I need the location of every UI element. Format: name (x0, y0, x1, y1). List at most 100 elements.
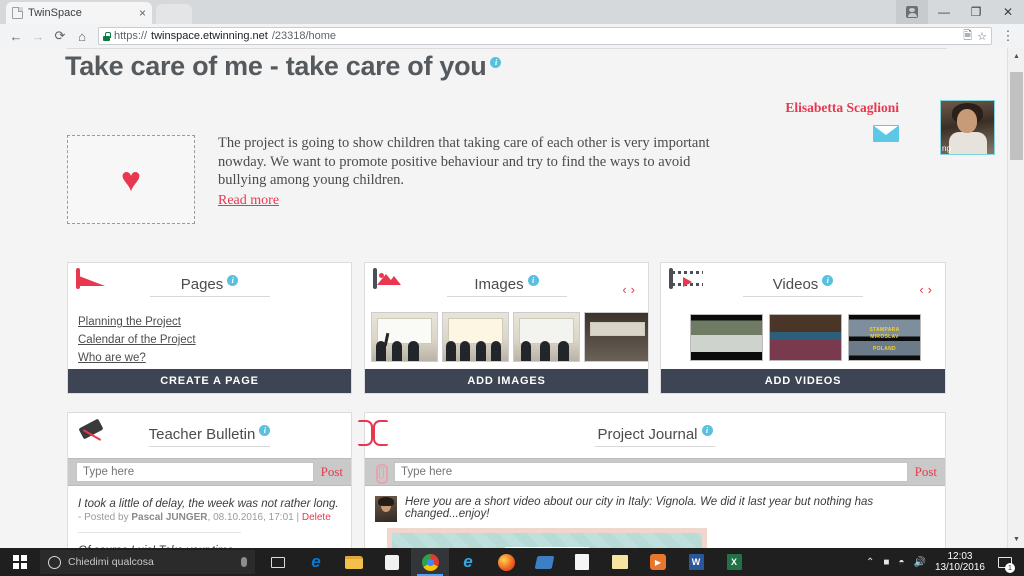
clock-date: 13/10/2016 (934, 562, 985, 573)
book-icon (358, 420, 411, 450)
image-thumbnail[interactable] (584, 312, 648, 362)
show-hidden-icons-icon[interactable]: ⌃ (866, 557, 874, 568)
delete-link[interactable]: Delete (302, 512, 331, 523)
scroll-up-arrow-icon[interactable]: ▲ (1008, 48, 1024, 65)
cortana-icon (48, 555, 61, 569)
info-icon[interactable]: i (701, 424, 713, 436)
add-images-button[interactable]: ADD IMAGES (365, 369, 648, 393)
widget-header: Teacher Bulletin i (68, 413, 351, 458)
page-link[interactable]: Planning the Project (78, 316, 341, 328)
file-explorer-icon[interactable] (335, 548, 373, 576)
info-icon[interactable]: i (490, 57, 502, 68)
info-icon[interactable]: i (822, 274, 834, 286)
image-thumbnail[interactable] (442, 312, 509, 362)
internet-explorer-icon[interactable]: e (449, 548, 487, 576)
info-icon[interactable]: i (227, 274, 239, 286)
paperclip-icon[interactable] (373, 463, 388, 484)
video-caption-line1: STAMPARA (869, 327, 900, 333)
home-icon[interactable]: ⌂ (72, 26, 92, 46)
read-more-link[interactable]: Read more (218, 193, 279, 209)
forward-arrow-icon[interactable]: → (28, 26, 48, 46)
new-tab-button[interactable] (156, 4, 192, 24)
action-center-icon[interactable]: 1 (994, 548, 1016, 576)
browser-menu-icon[interactable]: ⋮ (998, 26, 1018, 46)
scrollbar-thumb[interactable] (1010, 72, 1023, 160)
word-icon[interactable]: W (677, 548, 715, 576)
task-view-icon[interactable] (259, 548, 297, 576)
url-path: /23318/home (271, 30, 337, 42)
journal-input[interactable] (394, 462, 908, 482)
info-icon[interactable]: i (259, 424, 271, 436)
save-page-icon[interactable]: 🗎 (963, 27, 972, 46)
bookmark-star-icon[interactable]: ☆ (977, 30, 987, 43)
journal-video-thumbnail[interactable] (387, 528, 707, 548)
taskbar-apps: e e ▶ W X (259, 548, 753, 576)
media-player-icon[interactable]: ▶ (639, 548, 677, 576)
close-window-button[interactable]: ✕ (992, 0, 1024, 24)
add-videos-button[interactable]: ADD VIDEOS (661, 369, 945, 393)
profile-icon[interactable] (896, 0, 928, 24)
reload-icon[interactable]: ⟳ (50, 26, 70, 46)
onedrive-icon[interactable] (525, 548, 563, 576)
battery-icon[interactable]: ■ (883, 557, 889, 568)
address-bar[interactable]: https://twinspace.etwinning.net/23318/ho… (98, 27, 992, 45)
minimize-button[interactable]: — (928, 0, 960, 24)
notification-count: 1 (1005, 563, 1015, 573)
info-icon[interactable]: i (527, 274, 539, 286)
bulletin-input[interactable] (76, 462, 314, 482)
owner-name[interactable]: Elisabetta Scaglioni (785, 100, 899, 116)
network-icon[interactable]: ◓ (898, 557, 904, 568)
edge-icon[interactable]: e (297, 548, 335, 576)
search-placeholder: Chiedimi qualcosa (68, 556, 154, 568)
back-arrow-icon[interactable]: ← (6, 26, 26, 46)
scroll-down-arrow-icon[interactable]: ▼ (1008, 531, 1024, 548)
image-thumbnail[interactable] (513, 312, 580, 362)
heart-icon: ♥ (120, 160, 142, 199)
widget-header: Pages i (68, 263, 351, 308)
video-caption-line2: MIROSLAV (870, 334, 899, 340)
maximize-button[interactable]: ❐ (960, 0, 992, 24)
excel-icon[interactable]: X (715, 548, 753, 576)
journal-entry-text: Here you are a short video about our cit… (405, 496, 874, 520)
chevron-right-icon[interactable]: › (928, 282, 936, 297)
avatar[interactable] (375, 496, 397, 522)
firefox-icon[interactable] (487, 548, 525, 576)
video-thumbnail[interactable]: STAMPARA MIROSLAV POLAND (848, 314, 921, 361)
bulletin-message-list: I took a little of delay, the week was n… (68, 486, 351, 548)
start-button[interactable] (0, 548, 40, 576)
message-author: Pascal JUNGER (131, 512, 208, 523)
taskbar-clock[interactable]: 12:03 13/10/2016 (935, 551, 985, 573)
journal-composer: Post (365, 458, 945, 486)
videos-icon (669, 268, 707, 300)
message-text: I took a little of delay, the week was n… (78, 498, 339, 510)
microphone-icon[interactable] (241, 557, 247, 567)
carousel-arrows: ‹› (622, 282, 639, 297)
tab-strip: TwinSpace × — ❐ ✕ (0, 0, 1024, 24)
avatar[interactable]: ng (940, 100, 995, 155)
chrome-icon[interactable] (411, 548, 449, 576)
page-link[interactable]: Calendar of the Project (78, 334, 341, 346)
search-input[interactable]: Chiedimi qualcosa (40, 550, 255, 574)
video-thumbnail[interactable] (690, 314, 763, 361)
widget-teacher-bulletin: Teacher Bulletini Post I took a little o… (67, 412, 352, 548)
calculator-icon[interactable] (563, 548, 601, 576)
page-link[interactable]: Who are we? (78, 352, 341, 364)
chevron-right-icon[interactable]: › (631, 282, 639, 297)
close-icon[interactable]: × (139, 7, 146, 19)
envelope-icon[interactable] (873, 125, 899, 142)
sticky-notes-icon[interactable] (601, 548, 639, 576)
create-a-page-button[interactable]: CREATE A PAGE (68, 369, 351, 393)
volume-icon[interactable]: 🔊 (913, 557, 925, 568)
chevron-left-icon[interactable]: ‹ (919, 282, 927, 297)
page-scrollbar[interactable]: ▲ ▼ (1007, 48, 1024, 548)
image-thumbnail[interactable] (371, 312, 438, 362)
chevron-left-icon[interactable]: ‹ (622, 282, 630, 297)
bulletin-post-button[interactable]: Post (321, 464, 343, 480)
images-icon (373, 268, 411, 300)
image-thumbnail-strip (365, 312, 648, 362)
video-thumbnail[interactable] (769, 314, 842, 361)
lock-icon (103, 31, 111, 41)
journal-post-button[interactable]: Post (915, 464, 937, 480)
browser-tab-twinspace[interactable]: TwinSpace × (6, 2, 152, 24)
store-icon[interactable] (373, 548, 411, 576)
